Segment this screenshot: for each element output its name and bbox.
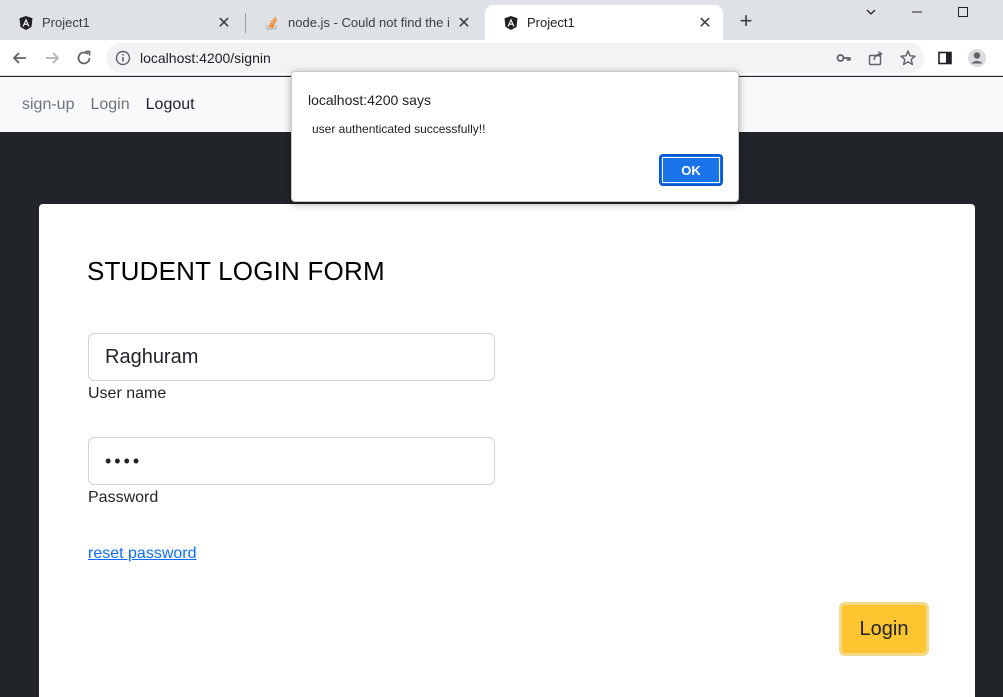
maximize-icon[interactable] xyxy=(940,0,986,24)
back-arrow-icon[interactable] xyxy=(6,44,34,72)
tab-title: node.js - Could not find the implementat… xyxy=(288,15,450,30)
nav-link-login[interactable]: Login xyxy=(90,96,129,114)
new-tab-button[interactable]: + xyxy=(734,8,758,33)
forward-arrow-icon[interactable] xyxy=(38,44,66,72)
dialog-title: localhost:4200 says xyxy=(308,92,431,108)
minimize-icon[interactable] xyxy=(894,0,940,24)
reload-icon[interactable] xyxy=(70,44,98,72)
bookmark-star-icon[interactable] xyxy=(892,43,924,73)
tab-title: Project1 xyxy=(527,15,575,30)
login-button[interactable]: Login xyxy=(839,602,929,656)
key-icon[interactable] xyxy=(828,43,860,73)
share-icon[interactable] xyxy=(860,43,892,73)
side-panel-icon[interactable] xyxy=(931,44,959,72)
nav-link-logout[interactable]: Logout xyxy=(146,96,195,114)
reset-password-link[interactable]: reset password xyxy=(88,545,197,563)
close-icon[interactable]: ✕ xyxy=(216,15,232,32)
site-info-icon[interactable] xyxy=(106,43,140,73)
dialog-message: user authenticated successfully!! xyxy=(312,122,486,136)
username-input[interactable] xyxy=(88,333,495,381)
form-title: STUDENT LOGIN FORM xyxy=(87,256,385,286)
profile-avatar-icon[interactable] xyxy=(963,44,991,72)
browser-tab-3[interactable]: Project1 ✕ xyxy=(485,5,723,40)
angular-icon xyxy=(503,15,519,31)
alert-dialog: localhost:4200 says user authenticated s… xyxy=(291,71,739,202)
password-input[interactable] xyxy=(88,437,495,485)
stackoverflow-icon xyxy=(264,15,280,31)
login-card: STUDENT LOGIN FORM User name Password re… xyxy=(39,204,975,697)
nav-link-sign-up[interactable]: sign-up xyxy=(22,96,74,114)
tab-search-icon[interactable] xyxy=(848,0,894,24)
close-icon[interactable]: ✕ xyxy=(697,15,713,32)
angular-icon xyxy=(18,15,34,31)
tab-title: Project1 xyxy=(42,15,90,30)
browser-tab-1[interactable]: Project1 ✕ xyxy=(0,5,242,40)
browser-tab-2[interactable]: node.js - Could not find the implementat… xyxy=(246,5,482,40)
address-bar[interactable]: localhost:4200/signin xyxy=(106,43,924,73)
username-label: User name xyxy=(88,385,167,402)
url-text: localhost:4200/signin xyxy=(140,50,271,66)
close-icon[interactable]: ✕ xyxy=(456,15,472,32)
password-label: Password xyxy=(88,489,159,506)
browser-tab-strip: Project1 ✕ node.js - Could not find the … xyxy=(0,0,1003,40)
ok-button[interactable]: OK xyxy=(659,154,723,186)
